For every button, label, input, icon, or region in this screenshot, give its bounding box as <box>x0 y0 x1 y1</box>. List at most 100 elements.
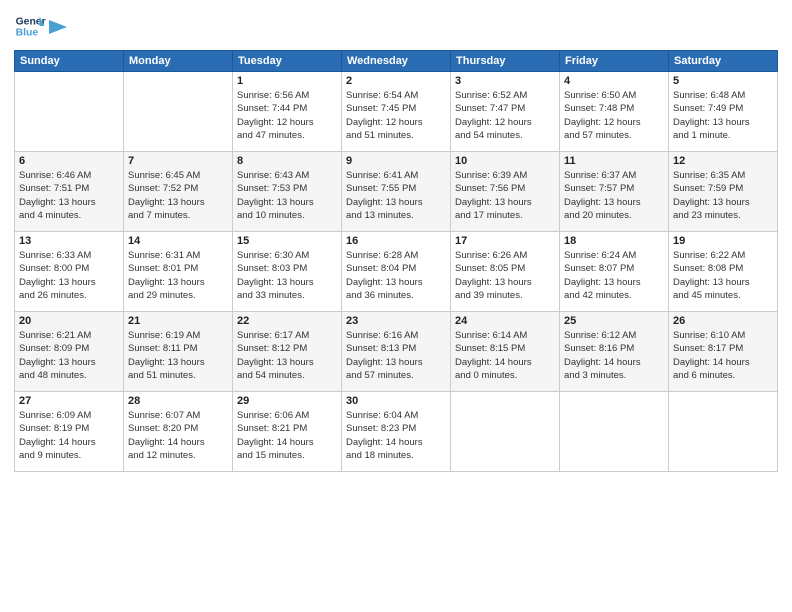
day-cell: 22 Sunrise: 6:17 AM Sunset: 8:12 PM Dayli… <box>233 312 342 392</box>
week-row-1: 1Sunrise: 6:56 AM Sunset: 7:44 PM Daylig… <box>15 72 778 152</box>
day-cell: 25 Sunrise: 6:12 AM Sunset: 8:16 PM Dayli… <box>560 312 669 392</box>
day-cell: 21 Sunrise: 6:19 AM Sunset: 8:11 PM Dayli… <box>124 312 233 392</box>
day-info: Sunrise: 6:35 AM Sunset: 7:59 PM Dayligh… <box>673 169 773 222</box>
weekday-header-saturday: Saturday <box>669 51 778 72</box>
day-cell: 18 Sunrise: 6:24 AM Sunset: 8:07 PM Dayli… <box>560 232 669 312</box>
day-cell: 16 Sunrise: 6:28 AM Sunset: 8:04 PM Dayli… <box>342 232 451 312</box>
day-number: 25 <box>564 315 664 327</box>
day-number: 6 <box>19 155 119 167</box>
day-cell: 14Sunrise: 6:31 AM Sunset: 8:01 PM Dayli… <box>124 232 233 312</box>
day-info: Sunrise: 6:48 AM Sunset: 7:49 PM Dayligh… <box>673 89 773 142</box>
day-cell: 26Sunrise: 6:10 AM Sunset: 8:17 PM Dayli… <box>669 312 778 392</box>
day-info: Sunrise: 6:07 AM Sunset: 8:20 PM Dayligh… <box>128 409 228 462</box>
day-number: 21 <box>128 315 228 327</box>
day-cell: 7 Sunrise: 6:45 AM Sunset: 7:52 PM Daylig… <box>124 152 233 232</box>
day-cell: 19 Sunrise: 6:22 AM Sunset: 8:08 PM Dayli… <box>669 232 778 312</box>
day-info: Sunrise: 6:26 AM Sunset: 8:05 PM Dayligh… <box>455 249 555 302</box>
weekday-header-monday: Monday <box>124 51 233 72</box>
day-info: Sunrise: 6:37 AM Sunset: 7:57 PM Dayligh… <box>564 169 664 222</box>
day-number: 30 <box>346 395 446 407</box>
day-cell: 29 Sunrise: 6:06 AM Sunset: 8:21 PM Dayli… <box>233 392 342 472</box>
day-cell: 28 Sunrise: 6:07 AM Sunset: 8:20 PM Dayli… <box>124 392 233 472</box>
day-info: Sunrise: 6:28 AM Sunset: 8:04 PM Dayligh… <box>346 249 446 302</box>
day-info: Sunrise: 6:33 AM Sunset: 8:00 PM Dayligh… <box>19 249 119 302</box>
day-number: 8 <box>237 155 337 167</box>
svg-text:Blue: Blue <box>16 28 39 39</box>
day-cell: 1Sunrise: 6:56 AM Sunset: 7:44 PM Daylig… <box>233 72 342 152</box>
day-number: 22 <box>237 315 337 327</box>
day-cell <box>560 392 669 472</box>
day-number: 18 <box>564 235 664 247</box>
week-row-4: 20Sunrise: 6:21 AM Sunset: 8:09 PM Dayli… <box>15 312 778 392</box>
day-number: 23 <box>346 315 446 327</box>
day-cell: 20Sunrise: 6:21 AM Sunset: 8:09 PM Dayli… <box>15 312 124 392</box>
day-number: 9 <box>346 155 446 167</box>
day-number: 16 <box>346 235 446 247</box>
calendar: SundayMondayTuesdayWednesdayThursdayFrid… <box>14 50 778 472</box>
header: General Blue <box>14 10 778 42</box>
day-number: 3 <box>455 75 555 87</box>
day-cell: 12 Sunrise: 6:35 AM Sunset: 7:59 PM Dayli… <box>669 152 778 232</box>
day-info: Sunrise: 6:54 AM Sunset: 7:45 PM Dayligh… <box>346 89 446 142</box>
weekday-header-wednesday: Wednesday <box>342 51 451 72</box>
weekday-header-tuesday: Tuesday <box>233 51 342 72</box>
day-number: 17 <box>455 235 555 247</box>
day-cell <box>669 392 778 472</box>
day-cell: 2 Sunrise: 6:54 AM Sunset: 7:45 PM Daylig… <box>342 72 451 152</box>
day-info: Sunrise: 6:19 AM Sunset: 8:11 PM Dayligh… <box>128 329 228 382</box>
day-number: 13 <box>19 235 119 247</box>
day-number: 11 <box>564 155 664 167</box>
day-number: 1 <box>237 75 337 87</box>
day-info: Sunrise: 6:22 AM Sunset: 8:08 PM Dayligh… <box>673 249 773 302</box>
day-cell <box>451 392 560 472</box>
week-row-2: 6 Sunrise: 6:46 AM Sunset: 7:51 PM Daylig… <box>15 152 778 232</box>
weekday-header-row: SundayMondayTuesdayWednesdayThursdayFrid… <box>15 51 778 72</box>
day-cell: 15 Sunrise: 6:30 AM Sunset: 8:03 PM Dayli… <box>233 232 342 312</box>
week-row-3: 13 Sunrise: 6:33 AM Sunset: 8:00 PM Dayli… <box>15 232 778 312</box>
day-cell: 11 Sunrise: 6:37 AM Sunset: 7:57 PM Dayli… <box>560 152 669 232</box>
page: General Blue SundayMondayTuesdayWed <box>0 0 792 612</box>
day-number: 5 <box>673 75 773 87</box>
day-cell: 23 Sunrise: 6:16 AM Sunset: 8:13 PM Dayli… <box>342 312 451 392</box>
day-cell: 5 Sunrise: 6:48 AM Sunset: 7:49 PM Daylig… <box>669 72 778 152</box>
weekday-header-thursday: Thursday <box>451 51 560 72</box>
day-info: Sunrise: 6:16 AM Sunset: 8:13 PM Dayligh… <box>346 329 446 382</box>
day-number: 15 <box>237 235 337 247</box>
day-number: 4 <box>564 75 664 87</box>
day-cell: 4Sunrise: 6:50 AM Sunset: 7:48 PM Daylig… <box>560 72 669 152</box>
day-number: 29 <box>237 395 337 407</box>
day-cell: 13 Sunrise: 6:33 AM Sunset: 8:00 PM Dayli… <box>15 232 124 312</box>
day-number: 28 <box>128 395 228 407</box>
day-info: Sunrise: 6:04 AM Sunset: 8:23 PM Dayligh… <box>346 409 446 462</box>
day-number: 7 <box>128 155 228 167</box>
day-info: Sunrise: 6:12 AM Sunset: 8:16 PM Dayligh… <box>564 329 664 382</box>
logo: General Blue <box>14 10 68 42</box>
day-cell: 27Sunrise: 6:09 AM Sunset: 8:19 PM Dayli… <box>15 392 124 472</box>
day-cell <box>124 72 233 152</box>
day-info: Sunrise: 6:10 AM Sunset: 8:17 PM Dayligh… <box>673 329 773 382</box>
day-info: Sunrise: 6:52 AM Sunset: 7:47 PM Dayligh… <box>455 89 555 142</box>
day-info: Sunrise: 6:41 AM Sunset: 7:55 PM Dayligh… <box>346 169 446 222</box>
day-number: 12 <box>673 155 773 167</box>
day-number: 2 <box>346 75 446 87</box>
weekday-header-sunday: Sunday <box>15 51 124 72</box>
day-info: Sunrise: 6:45 AM Sunset: 7:52 PM Dayligh… <box>128 169 228 222</box>
day-cell <box>15 72 124 152</box>
day-number: 19 <box>673 235 773 247</box>
day-number: 24 <box>455 315 555 327</box>
day-info: Sunrise: 6:30 AM Sunset: 8:03 PM Dayligh… <box>237 249 337 302</box>
day-number: 10 <box>455 155 555 167</box>
day-number: 20 <box>19 315 119 327</box>
day-number: 27 <box>19 395 119 407</box>
day-info: Sunrise: 6:06 AM Sunset: 8:21 PM Dayligh… <box>237 409 337 462</box>
day-cell: 30 Sunrise: 6:04 AM Sunset: 8:23 PM Dayli… <box>342 392 451 472</box>
day-info: Sunrise: 6:46 AM Sunset: 7:51 PM Dayligh… <box>19 169 119 222</box>
day-info: Sunrise: 6:24 AM Sunset: 8:07 PM Dayligh… <box>564 249 664 302</box>
day-cell: 3 Sunrise: 6:52 AM Sunset: 7:47 PM Daylig… <box>451 72 560 152</box>
week-row-5: 27Sunrise: 6:09 AM Sunset: 8:19 PM Dayli… <box>15 392 778 472</box>
day-info: Sunrise: 6:17 AM Sunset: 8:12 PM Dayligh… <box>237 329 337 382</box>
day-info: Sunrise: 6:43 AM Sunset: 7:53 PM Dayligh… <box>237 169 337 222</box>
day-cell: 6 Sunrise: 6:46 AM Sunset: 7:51 PM Daylig… <box>15 152 124 232</box>
day-cell: 8 Sunrise: 6:43 AM Sunset: 7:53 PM Daylig… <box>233 152 342 232</box>
day-info: Sunrise: 6:14 AM Sunset: 8:15 PM Dayligh… <box>455 329 555 382</box>
